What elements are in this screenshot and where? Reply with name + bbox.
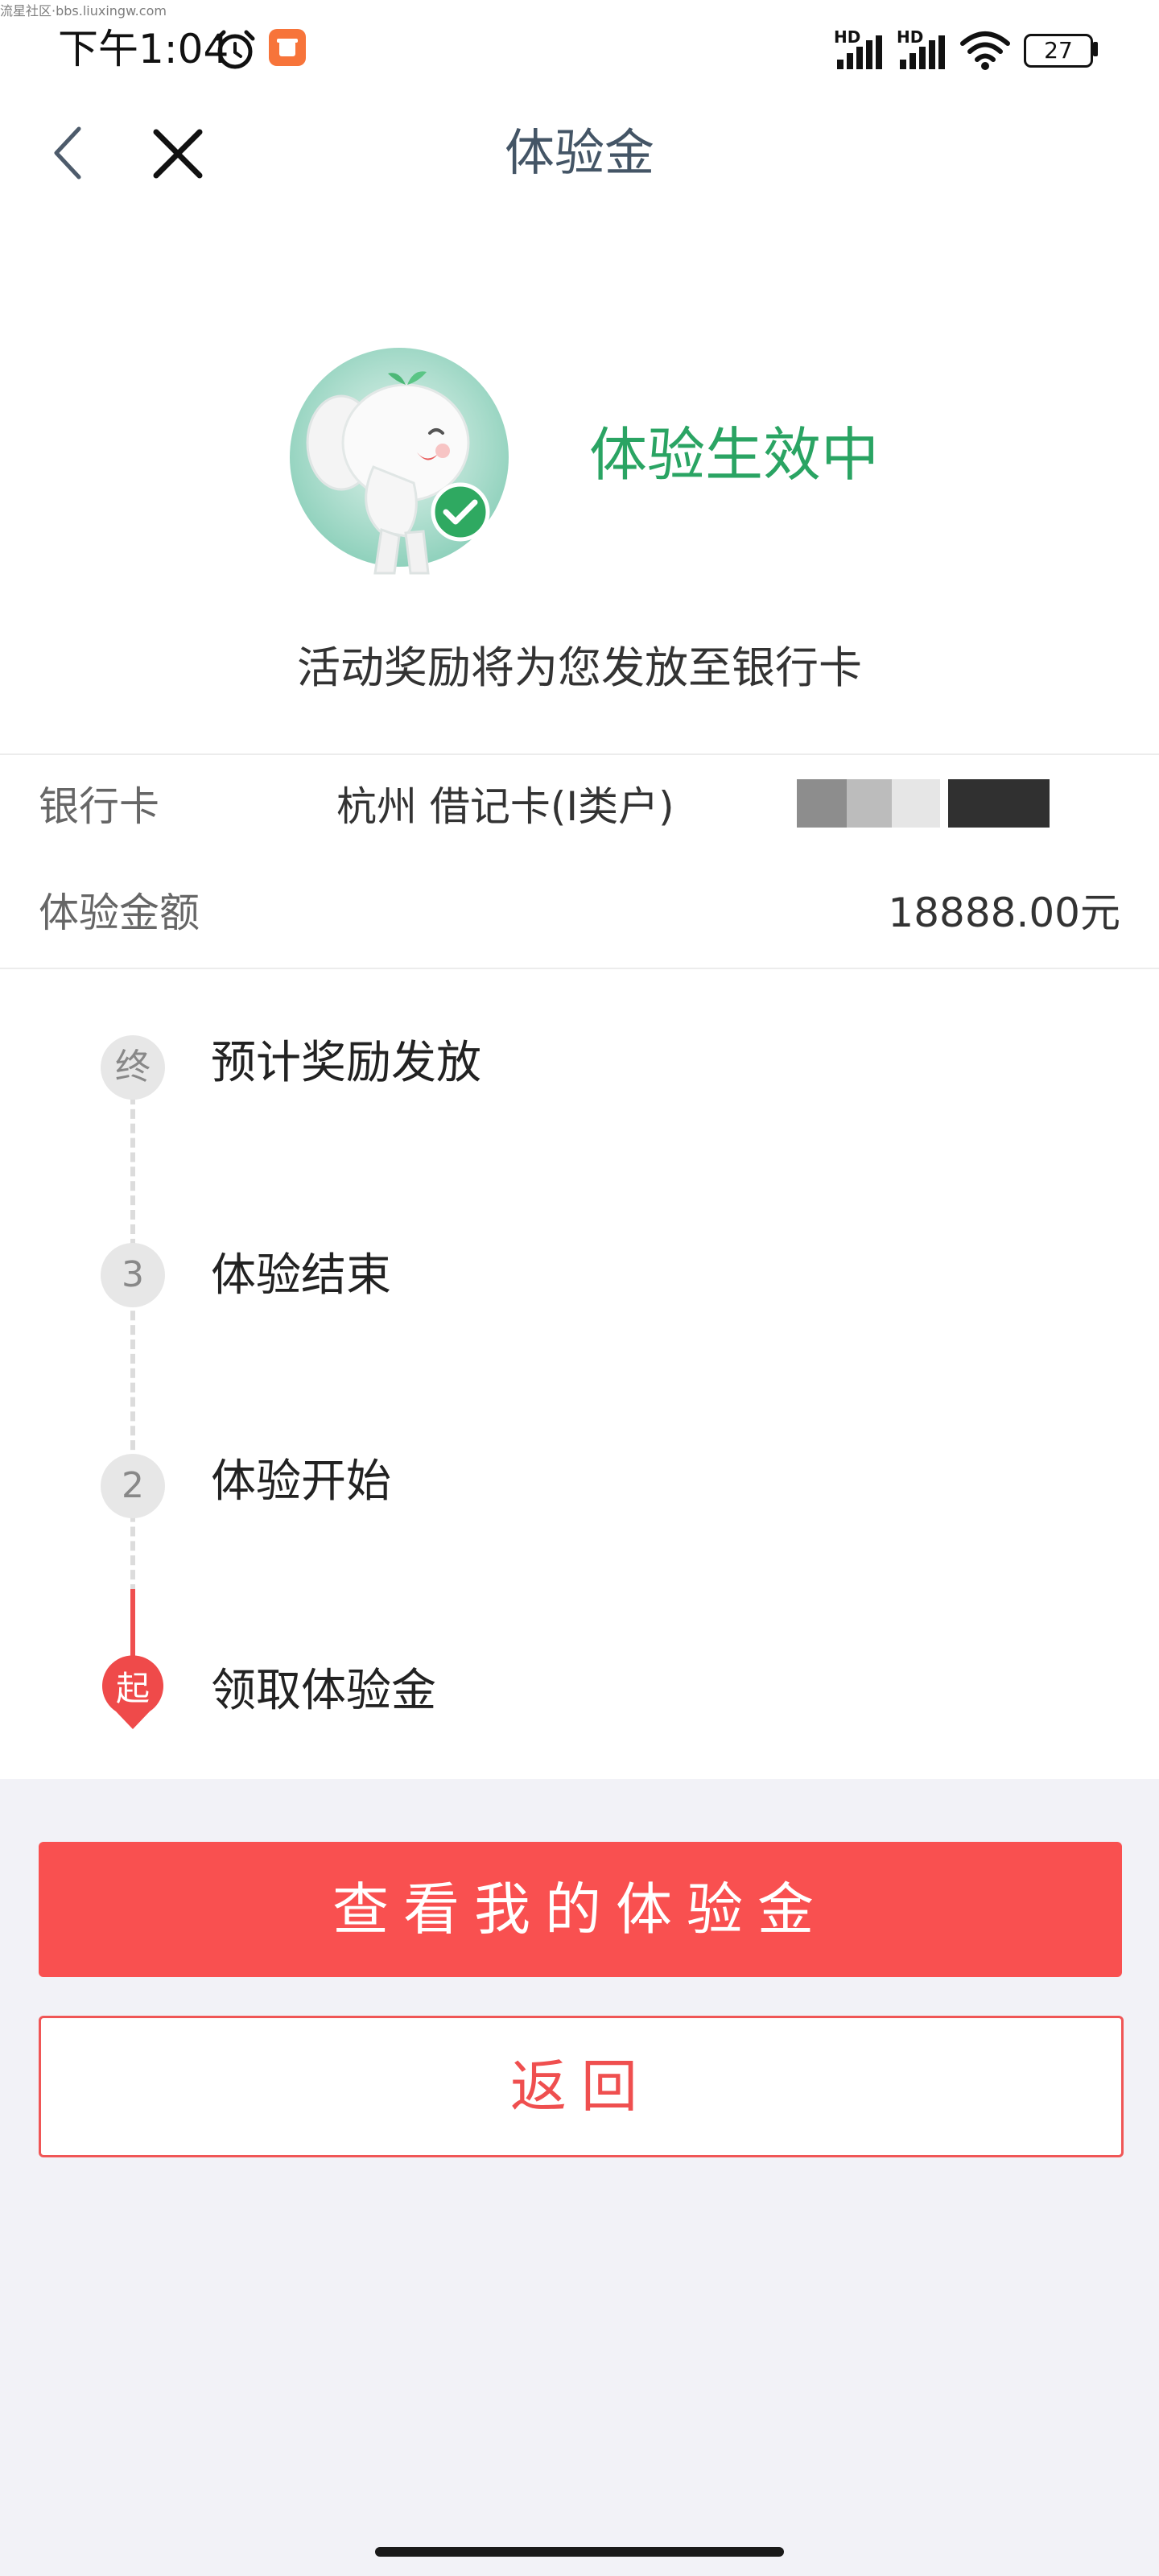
masked-card-number <box>797 779 1050 828</box>
home-indicator[interactable] <box>375 2547 784 2557</box>
app-notification-icon <box>269 29 306 66</box>
elephant-mascot-icon <box>290 348 509 575</box>
timeline-step-label: 领取体验金 <box>211 1665 436 1717</box>
timeline-step-marker: 3 <box>101 1243 165 1307</box>
timeline-step-marker: 终 <box>101 1035 165 1100</box>
watermark: 流星社区·bbs.liuxingw.com <box>0 3 167 19</box>
page-title: 体验金 <box>504 123 654 182</box>
status-time: 下午1:04 <box>58 26 229 72</box>
divider <box>0 753 1159 755</box>
reward-description: 活动奖励将为您发放至银行卡 <box>297 642 862 693</box>
bank-card-value: 杭州 借记卡(I类户) <box>336 783 674 830</box>
alarm-icon <box>215 30 255 69</box>
timeline-active-segment <box>130 1589 135 1662</box>
divider <box>0 968 1159 969</box>
amount-label: 体验金额 <box>39 890 200 936</box>
timeline-step-label: 体验结束 <box>211 1249 391 1302</box>
signal-icon-1 <box>837 35 882 69</box>
timeline-step-marker: 2 <box>101 1454 165 1518</box>
view-trial-fund-button[interactable]: 查看我的体验金 <box>39 1842 1122 1977</box>
timeline-step-label: 预计奖励发放 <box>211 1037 481 1089</box>
back-button[interactable]: 返回 <box>39 2016 1124 2157</box>
timeline-step-label: 体验开始 <box>211 1455 391 1508</box>
signal-icon-2 <box>900 35 945 69</box>
wifi-icon <box>960 31 1010 70</box>
battery-level: 27 <box>1044 37 1073 64</box>
bank-card-label: 银行卡 <box>39 783 159 830</box>
timeline-step-marker: 起 <box>115 1669 150 1708</box>
status-title: 体验生效中 <box>589 421 880 489</box>
amount-value: 18888.00元 <box>888 890 1120 936</box>
timeline-dashed-line <box>130 1095 135 1594</box>
battery-cap <box>1093 42 1098 56</box>
